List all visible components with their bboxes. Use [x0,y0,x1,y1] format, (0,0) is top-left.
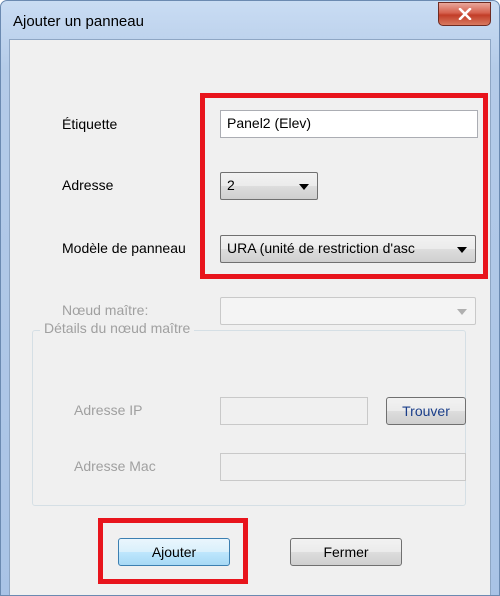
close-dialog-button[interactable]: Fermer [290,538,402,566]
mac-address-label: Adresse Mac [74,458,156,474]
close-button[interactable] [438,2,491,26]
find-button[interactable]: Trouver [386,397,466,425]
close-icon [458,8,472,20]
chevron-down-icon [457,309,467,315]
master-node-label: Nœud maître: [62,302,149,318]
master-node-select[interactable] [220,297,476,325]
panel-model-label: Modèle de panneau [62,240,186,256]
label-field-label: Étiquette [62,116,118,132]
highlight-box-fields [200,93,488,279]
title-bar[interactable]: Ajouter un panneau [1,1,499,39]
master-node-details-title: Détails du nœud maître [40,320,195,336]
ip-address-input[interactable] [220,397,368,425]
ip-address-label: Adresse IP [74,402,143,418]
address-label: Adresse [62,177,114,193]
mac-address-input[interactable] [220,453,466,481]
highlight-box-add [98,518,248,584]
window-title: Ajouter un panneau [13,13,144,30]
